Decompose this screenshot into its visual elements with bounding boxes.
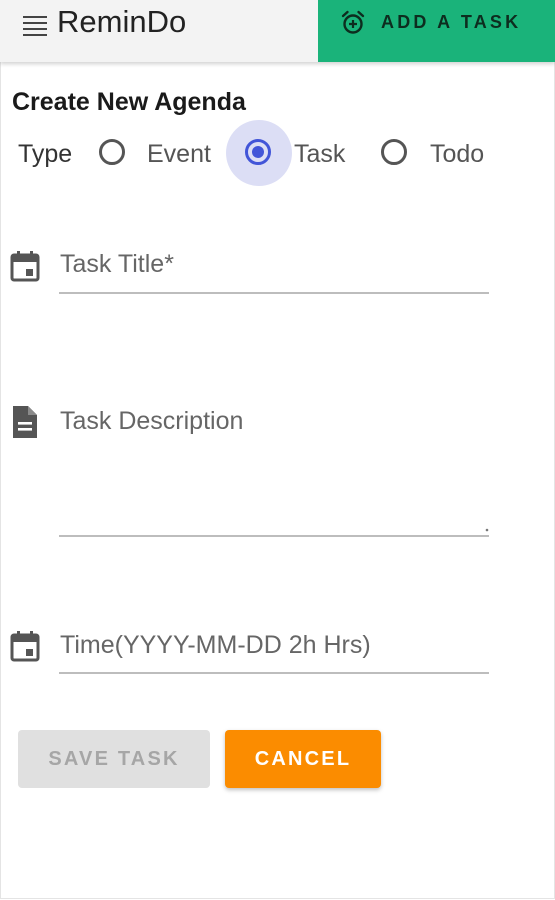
menu-icon[interactable] (23, 12, 49, 36)
radio-ring (381, 139, 407, 165)
add-task-label: ADD A TASK (381, 12, 522, 32)
time-underline (59, 672, 489, 674)
radio-task[interactable] (226, 120, 292, 186)
task-title-input[interactable]: Task Title* (60, 250, 174, 279)
top-app-bar: ReminDo ADD A TASK (0, 0, 555, 62)
task-description-input[interactable]: Task Description (60, 407, 243, 436)
radio-ring (99, 139, 125, 165)
add-task-button[interactable]: ADD A TASK (318, 0, 555, 62)
form-title: Create New Agenda (12, 88, 246, 116)
calendar-icon (10, 251, 40, 282)
type-label: Type (18, 140, 73, 168)
calendar-icon (10, 631, 40, 662)
document-icon (13, 406, 37, 438)
radio-task-label[interactable]: Task (294, 140, 345, 169)
app-title: ReminDo (57, 4, 187, 39)
task-description-underline (59, 535, 489, 537)
time-input[interactable]: Time(YYYY-MM-DD 2h Hrs) (60, 631, 371, 660)
save-task-button[interactable]: SAVE TASK (18, 730, 210, 788)
resize-handle-icon[interactable] (484, 525, 490, 533)
task-title-underline (59, 292, 489, 294)
cancel-button[interactable]: CANCEL (225, 730, 381, 788)
radio-selected-dot (252, 146, 264, 158)
radio-todo-label[interactable]: Todo (430, 140, 484, 169)
alarm-add-icon (341, 10, 365, 34)
radio-event[interactable] (96, 136, 132, 172)
radio-todo[interactable] (378, 136, 414, 172)
radio-event-label[interactable]: Event (147, 140, 211, 169)
